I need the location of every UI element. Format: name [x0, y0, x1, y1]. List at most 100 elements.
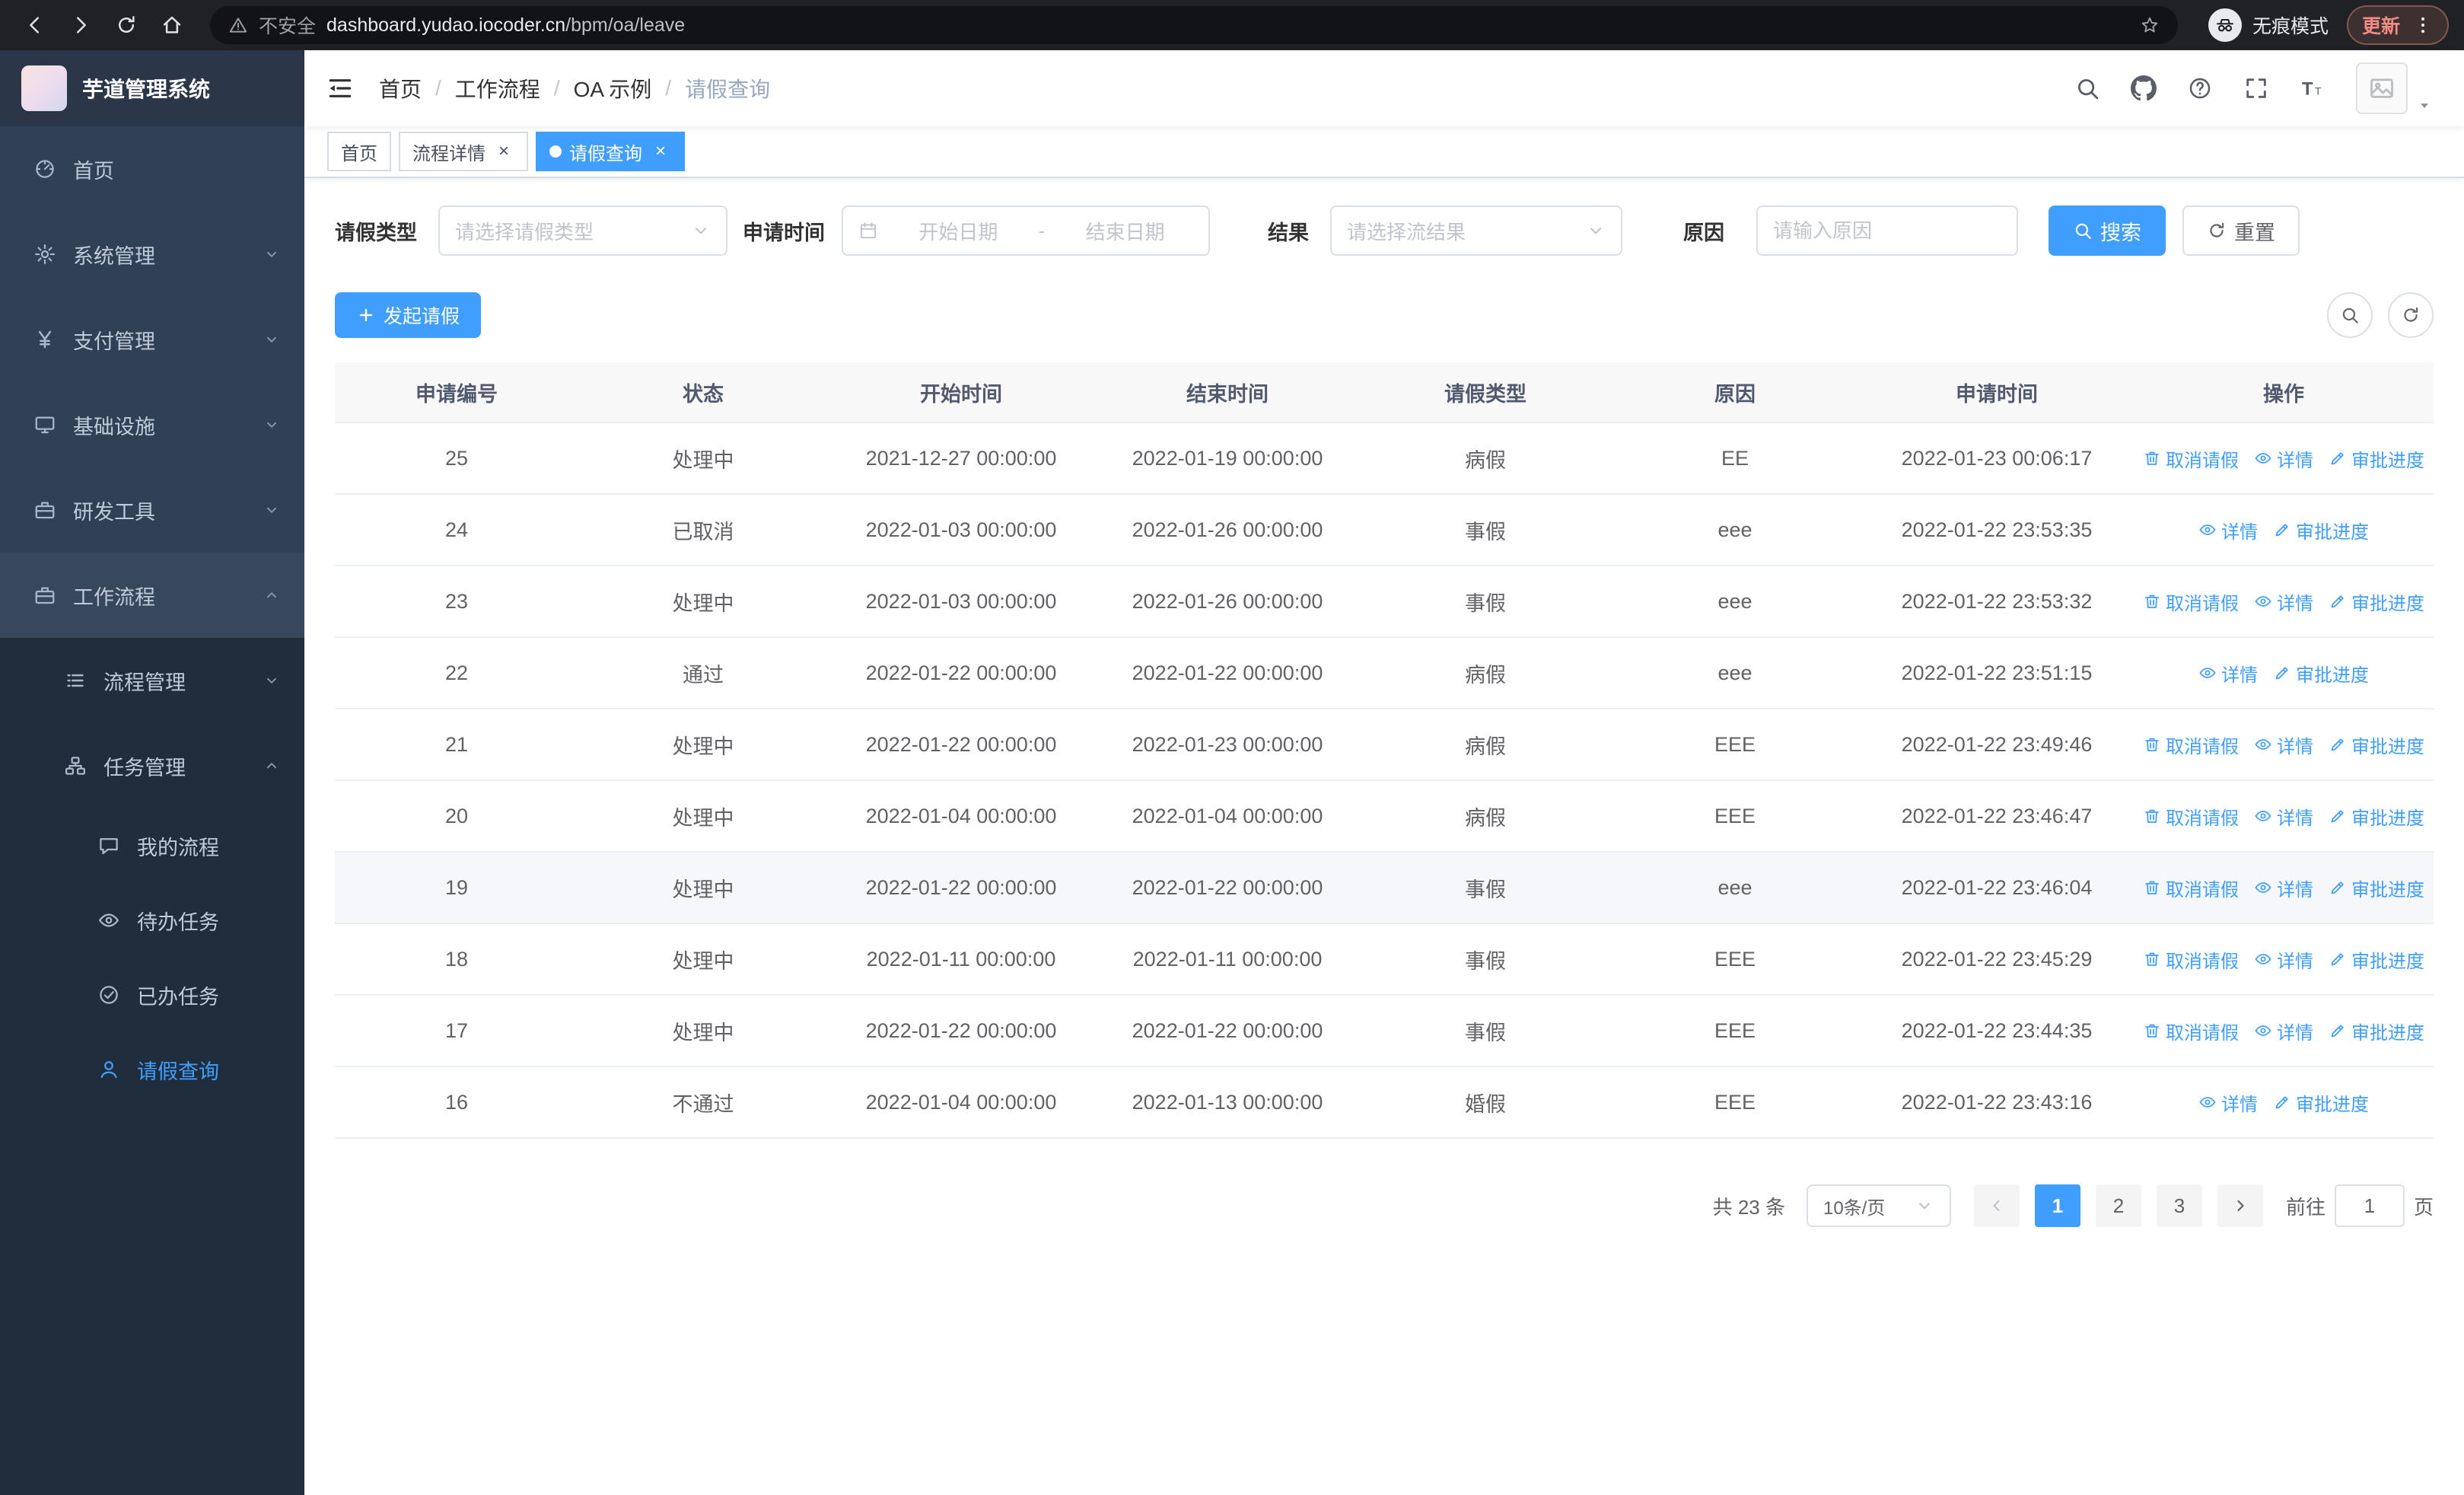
result-select[interactable]: 请选择流结果 — [1330, 206, 1622, 256]
close-icon[interactable]: × — [493, 141, 514, 162]
sidebar-collapse-button[interactable] — [326, 74, 355, 103]
cell-end-time: 2022-01-23 00:00:00 — [1132, 732, 1323, 756]
cell-end-time: 2022-01-19 00:00:00 — [1132, 446, 1323, 470]
url-text[interactable]: dashboard.yudao.iocoder.cn/bpm/oa/leave — [326, 14, 2129, 37]
font-size-button[interactable] — [2300, 75, 2326, 101]
user-avatar-menu[interactable] — [2356, 62, 2434, 114]
eye-icon — [2198, 664, 2217, 682]
github-link[interactable] — [2131, 75, 2157, 101]
detail-link[interactable]: 详情 — [2254, 445, 2313, 472]
browser-update-button[interactable]: 更新 — [2346, 5, 2449, 45]
address-bar[interactable]: 不安全 dashboard.yudao.iocoder.cn/bpm/oa/le… — [210, 6, 2178, 44]
app-logo[interactable]: 芋道管理系统 — [0, 50, 304, 126]
detail-link[interactable]: 详情 — [2254, 1018, 2313, 1044]
dashboard-icon — [33, 158, 56, 180]
sidebar-item-infrastructure[interactable]: 基础设施 — [0, 382, 304, 467]
detail-link[interactable]: 详情 — [2198, 517, 2258, 543]
cell-reason: EEE — [1714, 1090, 1756, 1114]
fullscreen-button[interactable] — [2243, 75, 2269, 101]
approval-progress-link[interactable]: 审批进度 — [2329, 1018, 2424, 1044]
cancel-leave-link[interactable]: 取消请假 — [2143, 732, 2239, 758]
approval-progress-link[interactable]: 审批进度 — [2329, 445, 2424, 472]
reset-button[interactable]: 重置 — [2182, 206, 2300, 256]
cell-leave-type: 事假 — [1465, 878, 1506, 901]
tab-leave-query[interactable]: 请假查询 × — [536, 132, 685, 171]
goto-page-input[interactable] — [2334, 1184, 2405, 1227]
table-row: 23 处理中 2022-01-03 00:00:00 2022-01-26 00… — [335, 566, 2434, 638]
approval-progress-link[interactable]: 审批进度 — [2273, 1089, 2369, 1116]
cancel-leave-link[interactable]: 取消请假 — [2143, 445, 2239, 472]
page-button-3[interactable]: 3 — [2156, 1184, 2202, 1227]
detail-link[interactable]: 详情 — [2254, 588, 2313, 615]
cancel-leave-link[interactable]: 取消请假 — [2143, 588, 2239, 615]
cancel-leave-link[interactable]: 取消请假 — [2143, 1018, 2239, 1044]
goto-label: 前往 — [2285, 1195, 2326, 1219]
page-button-1[interactable]: 1 — [2034, 1184, 2080, 1227]
tab-home[interactable]: 首页 — [327, 132, 391, 171]
column-header: 请假类型 — [1444, 382, 1526, 406]
detail-link[interactable]: 详情 — [2198, 1089, 2258, 1116]
prev-page-button[interactable] — [1973, 1184, 2020, 1227]
cell-end-time: 2022-01-22 00:00:00 — [1132, 661, 1323, 684]
detail-link[interactable]: 详情 — [2254, 946, 2313, 973]
browser-back-button[interactable] — [15, 5, 55, 45]
sidebar-item-payment-management[interactable]: 支付管理 — [0, 297, 304, 382]
sidebar-item-system-management[interactable]: 系统管理 — [0, 212, 304, 297]
approval-progress-link[interactable]: 审批进度 — [2273, 660, 2369, 687]
approval-progress-link[interactable]: 审批进度 — [2329, 803, 2424, 830]
github-icon — [2131, 75, 2157, 101]
sidebar-item-process-management[interactable]: 流程管理 — [0, 638, 304, 723]
header-search-button[interactable] — [2074, 75, 2100, 101]
detail-link[interactable]: 详情 — [2198, 660, 2258, 687]
detail-link[interactable]: 详情 — [2254, 803, 2313, 830]
approval-progress-link[interactable]: 审批进度 — [2329, 732, 2424, 758]
approval-progress-link[interactable]: 审批进度 — [2273, 517, 2369, 543]
refresh-table-button[interactable] — [2388, 292, 2434, 338]
close-icon[interactable]: × — [650, 141, 671, 162]
sidebar-item-home[interactable]: 首页 — [0, 126, 304, 212]
reason-input[interactable] — [1773, 218, 2001, 243]
eye-icon — [2254, 950, 2272, 968]
cancel-leave-link[interactable]: 取消请假 — [2143, 803, 2239, 830]
browser-home-button[interactable] — [152, 5, 192, 45]
sidebar-item-label: 基础设施 — [73, 415, 155, 438]
browser-reload-button[interactable] — [107, 5, 146, 45]
sidebar-item-dev-tools[interactable]: 研发工具 — [0, 467, 304, 553]
approval-progress-link[interactable]: 审批进度 — [2329, 875, 2424, 901]
eye-icon — [2254, 449, 2272, 467]
detail-link[interactable]: 详情 — [2254, 732, 2313, 758]
edit-icon — [2329, 950, 2347, 968]
range-separator: - — [1038, 218, 1046, 242]
sidebar-item-leave-query[interactable]: 请假查询 — [0, 1032, 304, 1107]
browser-forward-button[interactable] — [61, 5, 100, 45]
leave-type-label: 请假类型 — [335, 221, 417, 244]
page-size-select[interactable]: 10条/页 — [1806, 1184, 1951, 1227]
security-label[interactable]: 不安全 — [259, 11, 316, 39]
sidebar-item-task-management[interactable]: 任务管理 — [0, 723, 304, 808]
page-button-2[interactable]: 2 — [2095, 1184, 2141, 1227]
approval-progress-link[interactable]: 审批进度 — [2329, 946, 2424, 973]
help-button[interactable] — [2187, 75, 2213, 101]
menu-dots-icon[interactable] — [2412, 14, 2434, 36]
search-button[interactable]: 搜索 — [2049, 206, 2166, 256]
leave-type-select[interactable]: 请选择请假类型 — [438, 206, 727, 256]
sidebar-item-done-tasks[interactable]: 已办任务 — [0, 958, 304, 1032]
approval-progress-link[interactable]: 审批进度 — [2329, 588, 2424, 615]
cell-actions: 详情 审批进度 — [2134, 517, 2434, 543]
cancel-leave-link[interactable]: 取消请假 — [2143, 875, 2239, 901]
cancel-leave-link[interactable]: 取消请假 — [2143, 946, 2239, 973]
chevron-up-icon — [263, 587, 280, 604]
total-count: 共 23 条 — [1712, 1195, 1785, 1219]
bookmark-star-icon[interactable] — [2140, 15, 2160, 35]
detail-link[interactable]: 详情 — [2254, 875, 2313, 901]
breadcrumb-item-home[interactable]: 首页 — [379, 73, 422, 104]
sidebar-item-todo-tasks[interactable]: 待办任务 — [0, 883, 304, 958]
toggle-search-button[interactable] — [2327, 292, 2373, 338]
sidebar-item-workflow[interactable]: 工作流程 — [0, 553, 304, 638]
next-page-button[interactable] — [2217, 1184, 2263, 1227]
tab-process-detail[interactable]: 流程详情 × — [399, 132, 528, 171]
cell-actions: 详情 审批进度 — [2134, 660, 2434, 687]
sidebar-item-my-processes[interactable]: 我的流程 — [0, 808, 304, 883]
create-leave-button[interactable]: 发起请假 — [335, 292, 482, 338]
apply-time-range-picker[interactable]: 开始日期 - 结束日期 — [842, 206, 1210, 256]
